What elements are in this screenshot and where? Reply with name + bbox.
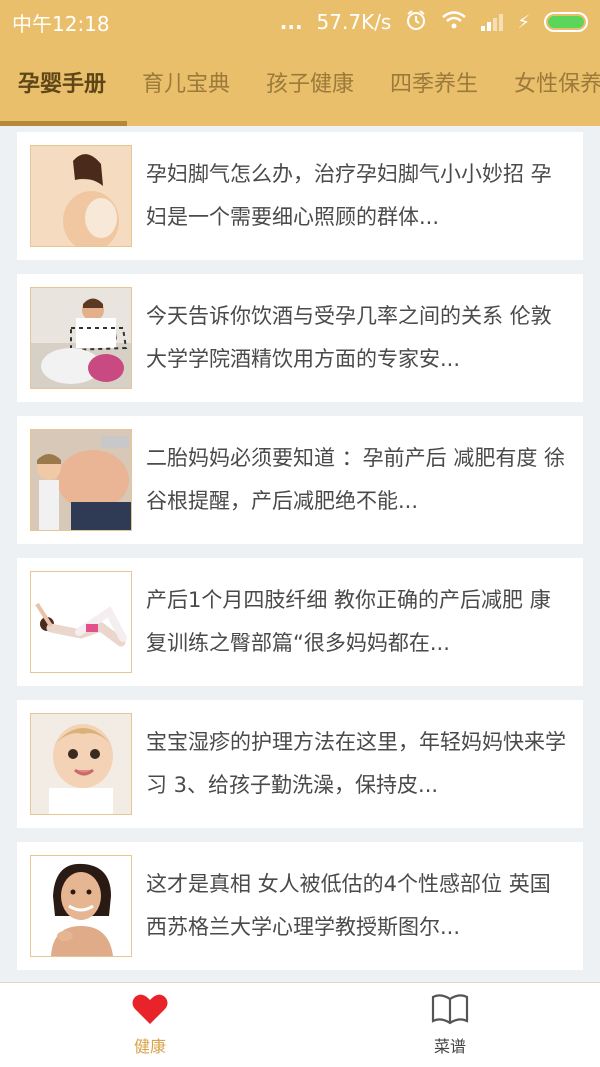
nav-health-label: 健康 (133, 1037, 166, 1056)
list-item[interactable]: 这才是真相 女人被低估的4个性感部位 英国西苏格兰大学心理学教授斯图尔... (17, 842, 583, 970)
charging-icon: ⚡ (517, 11, 530, 33)
list-item[interactable]: 产后1个月四肢纤细 教你正确的产后减肥 康复训练之臀部篇“很多妈妈都在... (17, 558, 583, 686)
baby-image (30, 713, 132, 815)
category-tab-bar: 孕婴手册 育儿宝典 孩子健康 四季养生 女性保养 (0, 44, 600, 126)
list-item[interactable]: 今天告诉你饮酒与受孕几率之间的关系 伦敦大学学院酒精饮用方面的专家安... (17, 274, 583, 402)
alarm-icon (405, 9, 427, 36)
nav-health[interactable]: 健康 (0, 983, 300, 1067)
tab-child-health[interactable]: 孩子健康 (248, 44, 372, 126)
woman-portrait-image (30, 855, 132, 957)
article-title: 宝宝湿疹的护理方法在这里，年轻妈妈快来学习 3、给孩子勤洗澡，保持皮... (146, 730, 566, 797)
bottom-navigation: 健康 菜谱 (0, 982, 600, 1067)
pregnant-woman-image (30, 145, 132, 247)
battery-icon (544, 12, 588, 32)
heart-icon (132, 993, 168, 1029)
status-bar: 中午12:18 ... 57.7K/s ⚡ (0, 0, 600, 44)
signal-icon (481, 13, 504, 31)
wifi-icon (441, 10, 467, 35)
list-item[interactable]: 孕妇脚气怎么办，治疗孕妇脚气小小妙招 孕妇是一个需要细心照顾的群体... (17, 132, 583, 260)
article-title: 这才是真相 女人被低估的4个性感部位 英国西苏格兰大学心理学教授斯图尔... (146, 872, 551, 939)
list-item[interactable]: 宝宝湿疹的护理方法在这里，年轻妈妈快来学习 3、给孩子勤洗澡，保持皮... (17, 700, 583, 828)
active-tab-indicator (0, 121, 127, 126)
child-belly-image (30, 429, 132, 531)
nav-recipes[interactable]: 菜谱 (300, 983, 600, 1067)
exercise-image (30, 571, 132, 673)
article-title: 孕妇脚气怎么办，治疗孕妇脚气小小妙招 孕妇是一个需要细心照顾的群体... (146, 162, 552, 229)
list-item[interactable]: 二胎妈妈必须要知道 ：孕前产后 减肥有度 徐谷根提醒，产后减肥绝不能... (17, 416, 583, 544)
network-speed: 57.7K/s (316, 10, 392, 34)
nav-recipes-label: 菜谱 (433, 1037, 466, 1056)
tab-seasonal-health[interactable]: 四季养生 (372, 44, 496, 126)
tab-pregnancy-manual[interactable]: 孕婴手册 (0, 44, 124, 126)
book-icon (431, 993, 469, 1029)
article-title: 产后1个月四肢纤细 教你正确的产后减肥 康复训练之臀部篇“很多妈妈都在... (146, 588, 551, 655)
status-time: 中午12:18 (12, 11, 110, 36)
tab-women-care[interactable]: 女性保养 (496, 44, 600, 126)
article-title: 今天告诉你饮酒与受孕几率之间的关系 伦敦大学学院酒精饮用方面的专家安... (146, 304, 552, 371)
article-title: 二胎妈妈必须要知道 ：孕前产后 减肥有度 徐谷根提醒，产后减肥绝不能... (146, 446, 566, 513)
tab-parenting-guide[interactable]: 育儿宝典 (124, 44, 248, 126)
couple-image (30, 287, 132, 389)
status-icons: ... 57.7K/s ⚡ (280, 9, 588, 36)
status-dots: ... (279, 10, 303, 34)
